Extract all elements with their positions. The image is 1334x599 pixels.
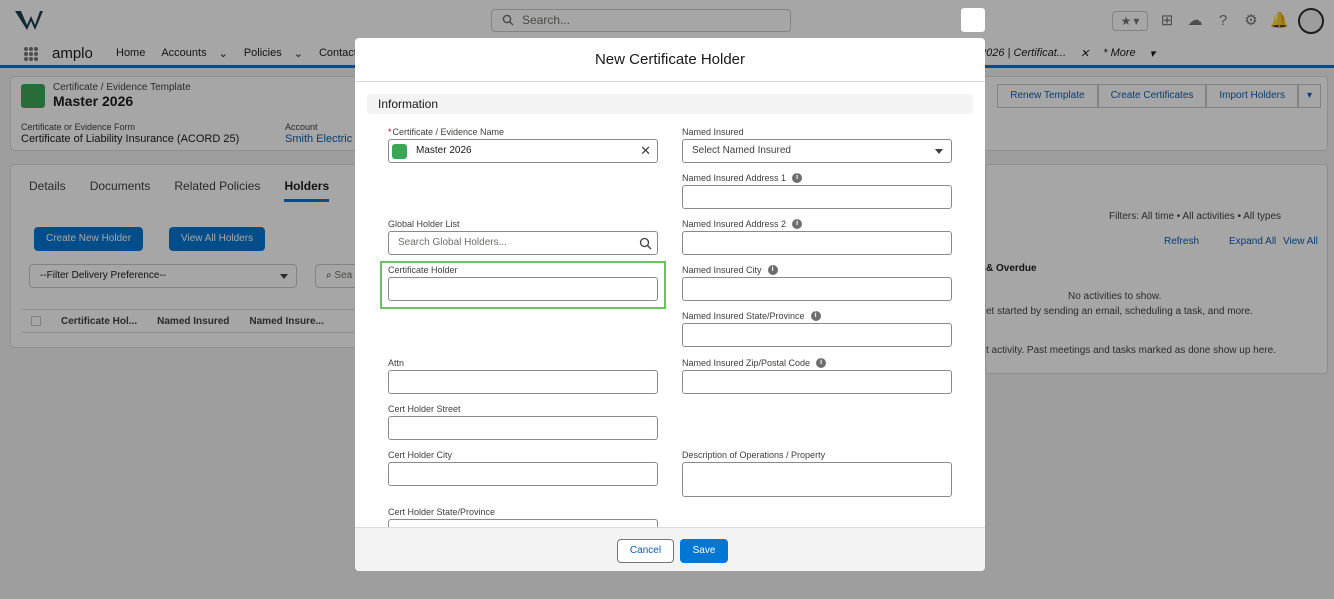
state-label: Cert Holder State/Province bbox=[388, 507, 496, 517]
info-icon[interactable]: i bbox=[792, 219, 803, 229]
zip-input[interactable] bbox=[682, 370, 952, 394]
info-icon[interactable]: i bbox=[816, 358, 827, 368]
modal-body: Information *Certificate / Evidence Name… bbox=[355, 83, 985, 527]
cancel-button[interactable]: Cancel bbox=[617, 539, 674, 563]
city-input[interactable] bbox=[388, 462, 658, 486]
cert-name-value: Master 2026 bbox=[416, 145, 472, 156]
description-textarea[interactable] bbox=[682, 462, 952, 497]
modal-title: New Certificate Holder bbox=[355, 38, 985, 82]
cert-holder-input[interactable] bbox=[388, 277, 658, 301]
cert-holder-label: Certificate Holder bbox=[388, 265, 458, 275]
street-label: Cert Holder Street bbox=[388, 404, 461, 414]
named-insured-label: Named Insured bbox=[682, 127, 744, 137]
modal-footer: Cancel Save bbox=[355, 527, 985, 571]
named-insured-city-label: Named Insured City i bbox=[682, 265, 778, 275]
attn-label: Attn bbox=[388, 358, 405, 368]
save-button[interactable]: Save bbox=[680, 539, 728, 563]
new-certificate-holder-modal: New Certificate Holder Information *Cert… bbox=[355, 38, 985, 571]
named-insured-city-input[interactable] bbox=[682, 277, 952, 301]
global-holder-search-input[interactable]: Search Global Holders... bbox=[388, 231, 658, 255]
address1-label: Named Insured Address 1i bbox=[682, 173, 803, 183]
search-icon bbox=[639, 237, 652, 250]
named-insured-state-label: Named Insured State/Province i bbox=[682, 311, 821, 321]
cert-name-lookup[interactable]: Master 2026 ✕ bbox=[388, 139, 658, 163]
info-icon[interactable]: i bbox=[792, 173, 803, 183]
street-input[interactable] bbox=[388, 416, 658, 440]
named-insured-state-input[interactable] bbox=[682, 323, 952, 347]
description-label: Description of Operations / Property bbox=[682, 450, 826, 460]
info-icon[interactable]: i bbox=[810, 311, 821, 321]
section-information: Information bbox=[367, 94, 973, 114]
info-icon[interactable]: i bbox=[767, 265, 778, 275]
certificate-template-icon bbox=[392, 144, 407, 159]
modal-close-button[interactable] bbox=[961, 8, 985, 32]
state-input[interactable] bbox=[388, 519, 658, 527]
chevron-down-icon bbox=[935, 149, 943, 154]
required-asterisk: * bbox=[388, 127, 392, 137]
named-insured-select[interactable]: Select Named Insured bbox=[682, 139, 952, 163]
cert-name-label: *Certificate / Evidence Name bbox=[388, 127, 505, 137]
attn-input[interactable] bbox=[388, 370, 658, 394]
city-label: Cert Holder City bbox=[388, 450, 453, 460]
clear-selection-icon[interactable]: ✕ bbox=[640, 140, 651, 162]
zip-label: Named Insured Zip/Postal Code i bbox=[682, 358, 827, 368]
address1-input[interactable] bbox=[682, 185, 952, 209]
address2-label: Named Insured Address 2i bbox=[682, 219, 803, 229]
address2-input[interactable] bbox=[682, 231, 952, 255]
global-holder-label: Global Holder List bbox=[388, 219, 460, 229]
